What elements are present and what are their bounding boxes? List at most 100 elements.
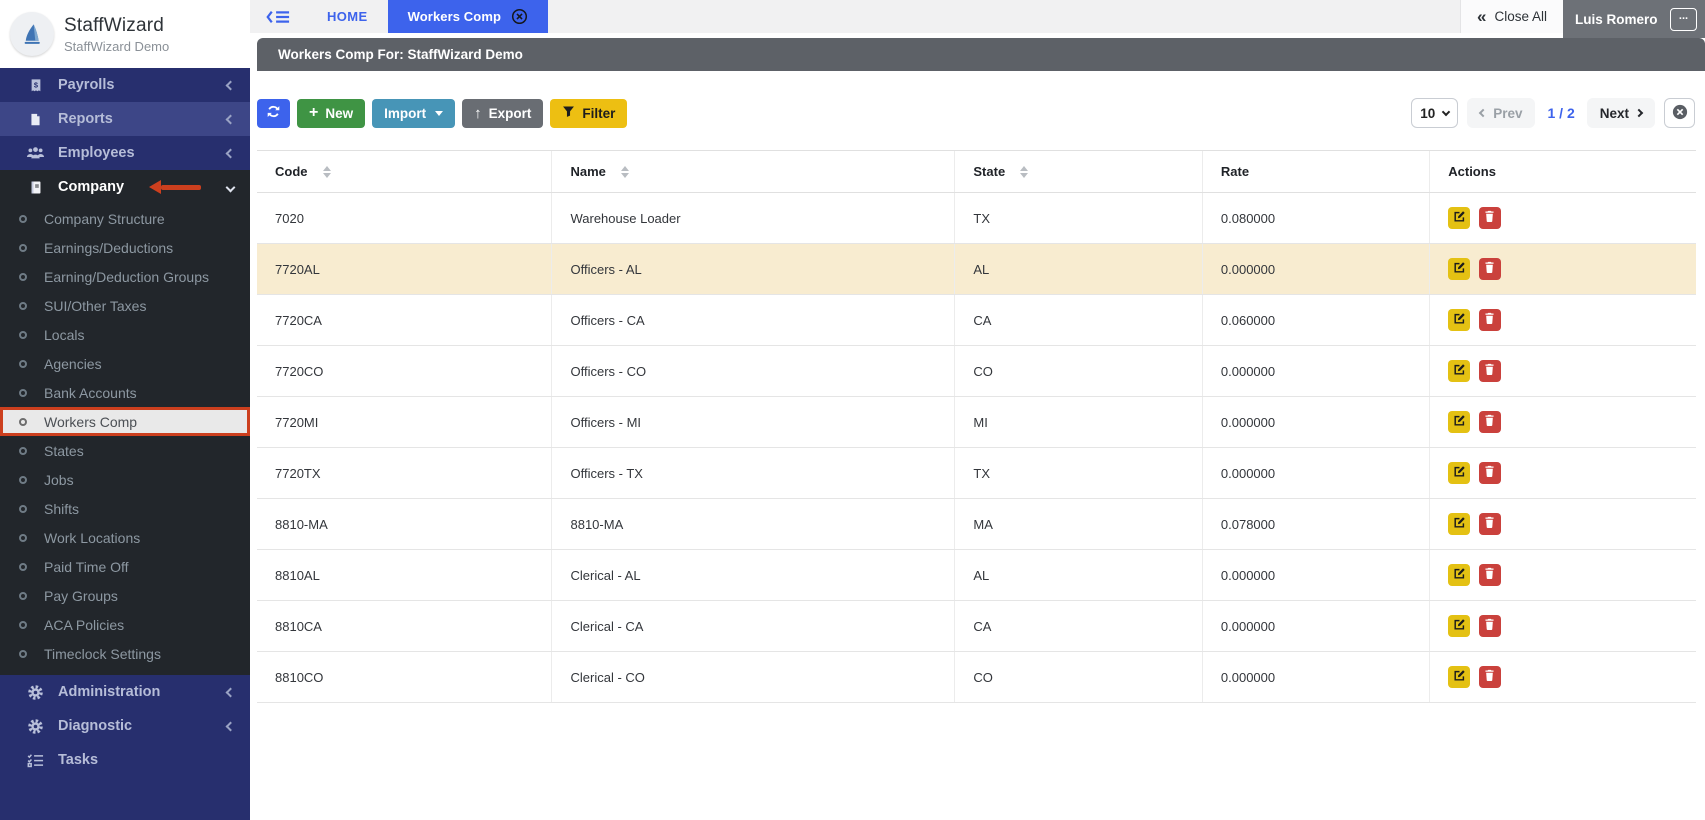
sidebar-item-label: Administration [58,684,161,700]
submenu-item-label: Earnings/Deductions [44,239,174,256]
column-header-state[interactable]: State [954,150,1203,193]
delete-button[interactable] [1478,360,1501,382]
sidebar-item-agencies[interactable]: Agencies [0,349,250,378]
sidebar-item-employees[interactable]: Employees [0,136,250,170]
sidebar-item-earning-deduction-groups[interactable]: Earning/Deduction Groups [0,262,250,291]
edit-button[interactable] [1448,513,1471,535]
cell-code: 8810CA [257,600,552,652]
submenu-item-label: SUI/Other Taxes [44,297,147,314]
cell-actions [1429,549,1696,601]
page-title: Workers Comp For: StaffWizard Demo [278,47,523,62]
more-button[interactable]: ... [1670,7,1697,31]
sidebar-item-aca-policies[interactable]: ACA Policies [0,610,250,639]
sidebar-item-diagnostic[interactable]: Diagnostic [0,709,250,743]
sidebar-item-timeclock-settings[interactable]: Timeclock Settings [0,639,250,668]
pagination: 10 Prev 1 / 2 Next [1411,98,1695,128]
sort-icon [620,165,629,178]
edit-button[interactable] [1448,258,1471,280]
sidebar-item-tasks[interactable]: Tasks [0,743,250,777]
circle-bullet-icon [19,475,27,484]
export-button[interactable]: ↑ Export [462,98,544,128]
sidebar-item-label: Diagnostic [58,718,133,734]
cell-name: Officers - MI [551,396,955,448]
sidebar-item-workers-comp[interactable]: Workers Comp [0,407,250,436]
edit-button[interactable] [1448,207,1471,229]
tab-workers-comp[interactable]: Workers Comp [387,0,549,33]
reports-icon [26,112,45,127]
sidebar-item-payrolls[interactable]: $ Payrolls [0,68,250,102]
submenu-item-label: Agencies [44,355,102,372]
app-subtitle: StaffWizard Demo [64,38,170,54]
cell-state: CA [954,294,1203,346]
submenu-item-label: Pay Groups [44,587,118,604]
column-label: Actions [1448,164,1496,179]
company-submenu: Company Structure Earnings/Deductions Ea… [0,204,250,675]
table-row: 8810CA Clerical - CA CA 0.000000 [257,600,1696,652]
cell-code: 7720AL [257,243,552,295]
sidebar-item-jobs[interactable]: Jobs [0,465,250,494]
edit-button[interactable] [1448,462,1471,484]
cell-name: Officers - TX [551,447,955,499]
column-header-code[interactable]: Code [257,150,552,193]
sidebar-item-states[interactable]: States [0,436,250,465]
sidebar-item-administration[interactable]: Administration [0,675,250,709]
delete-button[interactable] [1478,564,1501,586]
edit-button[interactable] [1448,564,1471,586]
page-size-select[interactable]: 10 [1411,98,1459,128]
delete-button[interactable] [1478,513,1501,535]
delete-button[interactable] [1478,615,1501,637]
plus-icon: + [309,104,319,121]
filter-button[interactable]: Filter [550,98,628,128]
sidebar-item-reports[interactable]: Reports [0,102,250,136]
sidebar-item-sui-other-taxes[interactable]: SUI/Other Taxes [0,291,250,320]
new-button[interactable]: + New [297,98,366,128]
next-page-button[interactable]: Next [1586,98,1655,128]
edit-button[interactable] [1448,360,1471,382]
gear-icon [26,718,45,735]
close-grid-button[interactable] [1664,98,1695,128]
edit-button[interactable] [1448,615,1471,637]
column-header-rate[interactable]: Rate [1201,150,1430,193]
sidebar-item-work-locations[interactable]: Work Locations [0,523,250,552]
column-label: Name [570,164,606,179]
sidebar-item-locals[interactable]: Locals [0,320,250,349]
delete-button[interactable] [1478,258,1501,280]
sidebar-item-earnings-deductions[interactable]: Earnings/Deductions [0,233,250,262]
delete-button[interactable] [1478,207,1501,229]
sort-icon [1020,165,1029,178]
edit-button[interactable] [1448,309,1471,331]
close-all-button[interactable]: « Close All [1460,0,1563,33]
sidebar-item-label: Company [58,179,125,195]
cell-rate: 0.000000 [1201,345,1430,397]
refresh-button[interactable] [257,98,290,128]
collapse-sidebar-icon[interactable] [250,0,307,33]
sidebar-item-company-structure[interactable]: Company Structure [0,204,250,233]
delete-button[interactable] [1478,666,1501,688]
tab-home[interactable]: HOME [307,0,388,33]
filter-button-label: Filter [582,105,616,121]
sidebar-item-shifts[interactable]: Shifts [0,494,250,523]
sidebar-item-pay-groups[interactable]: Pay Groups [0,581,250,610]
column-header-name[interactable]: Name [551,150,955,193]
sidebar-item-bank-accounts[interactable]: Bank Accounts [0,378,250,407]
delete-button[interactable] [1478,309,1501,331]
page-header: Workers Comp For: StaffWizard Demo [257,38,1705,71]
cell-code: 7720TX [257,447,552,499]
edit-pencil-icon [1453,516,1466,532]
sidebar-item-paid-time-off[interactable]: Paid Time Off [0,552,250,581]
delete-button[interactable] [1478,411,1501,433]
delete-button[interactable] [1478,462,1501,484]
edit-pencil-icon [1453,669,1466,685]
chevron-left-icon [225,687,236,697]
user-name[interactable]: Luis Romero [1575,12,1658,27]
edit-button[interactable] [1448,666,1471,688]
import-button[interactable]: Import [372,98,456,128]
tab-close-icon[interactable] [511,8,528,25]
submenu-item-label: Work Locations [44,529,141,546]
edit-button[interactable] [1448,411,1471,433]
edit-pencil-icon [1453,363,1466,379]
workers-comp-table: Code Name State Rate Actions 7020 Wareho… [257,150,1696,703]
prev-page-button[interactable]: Prev [1467,98,1536,128]
user-menu[interactable]: Luis Romero ... [1563,0,1705,38]
sidebar-item-company[interactable]: Company [0,170,250,204]
